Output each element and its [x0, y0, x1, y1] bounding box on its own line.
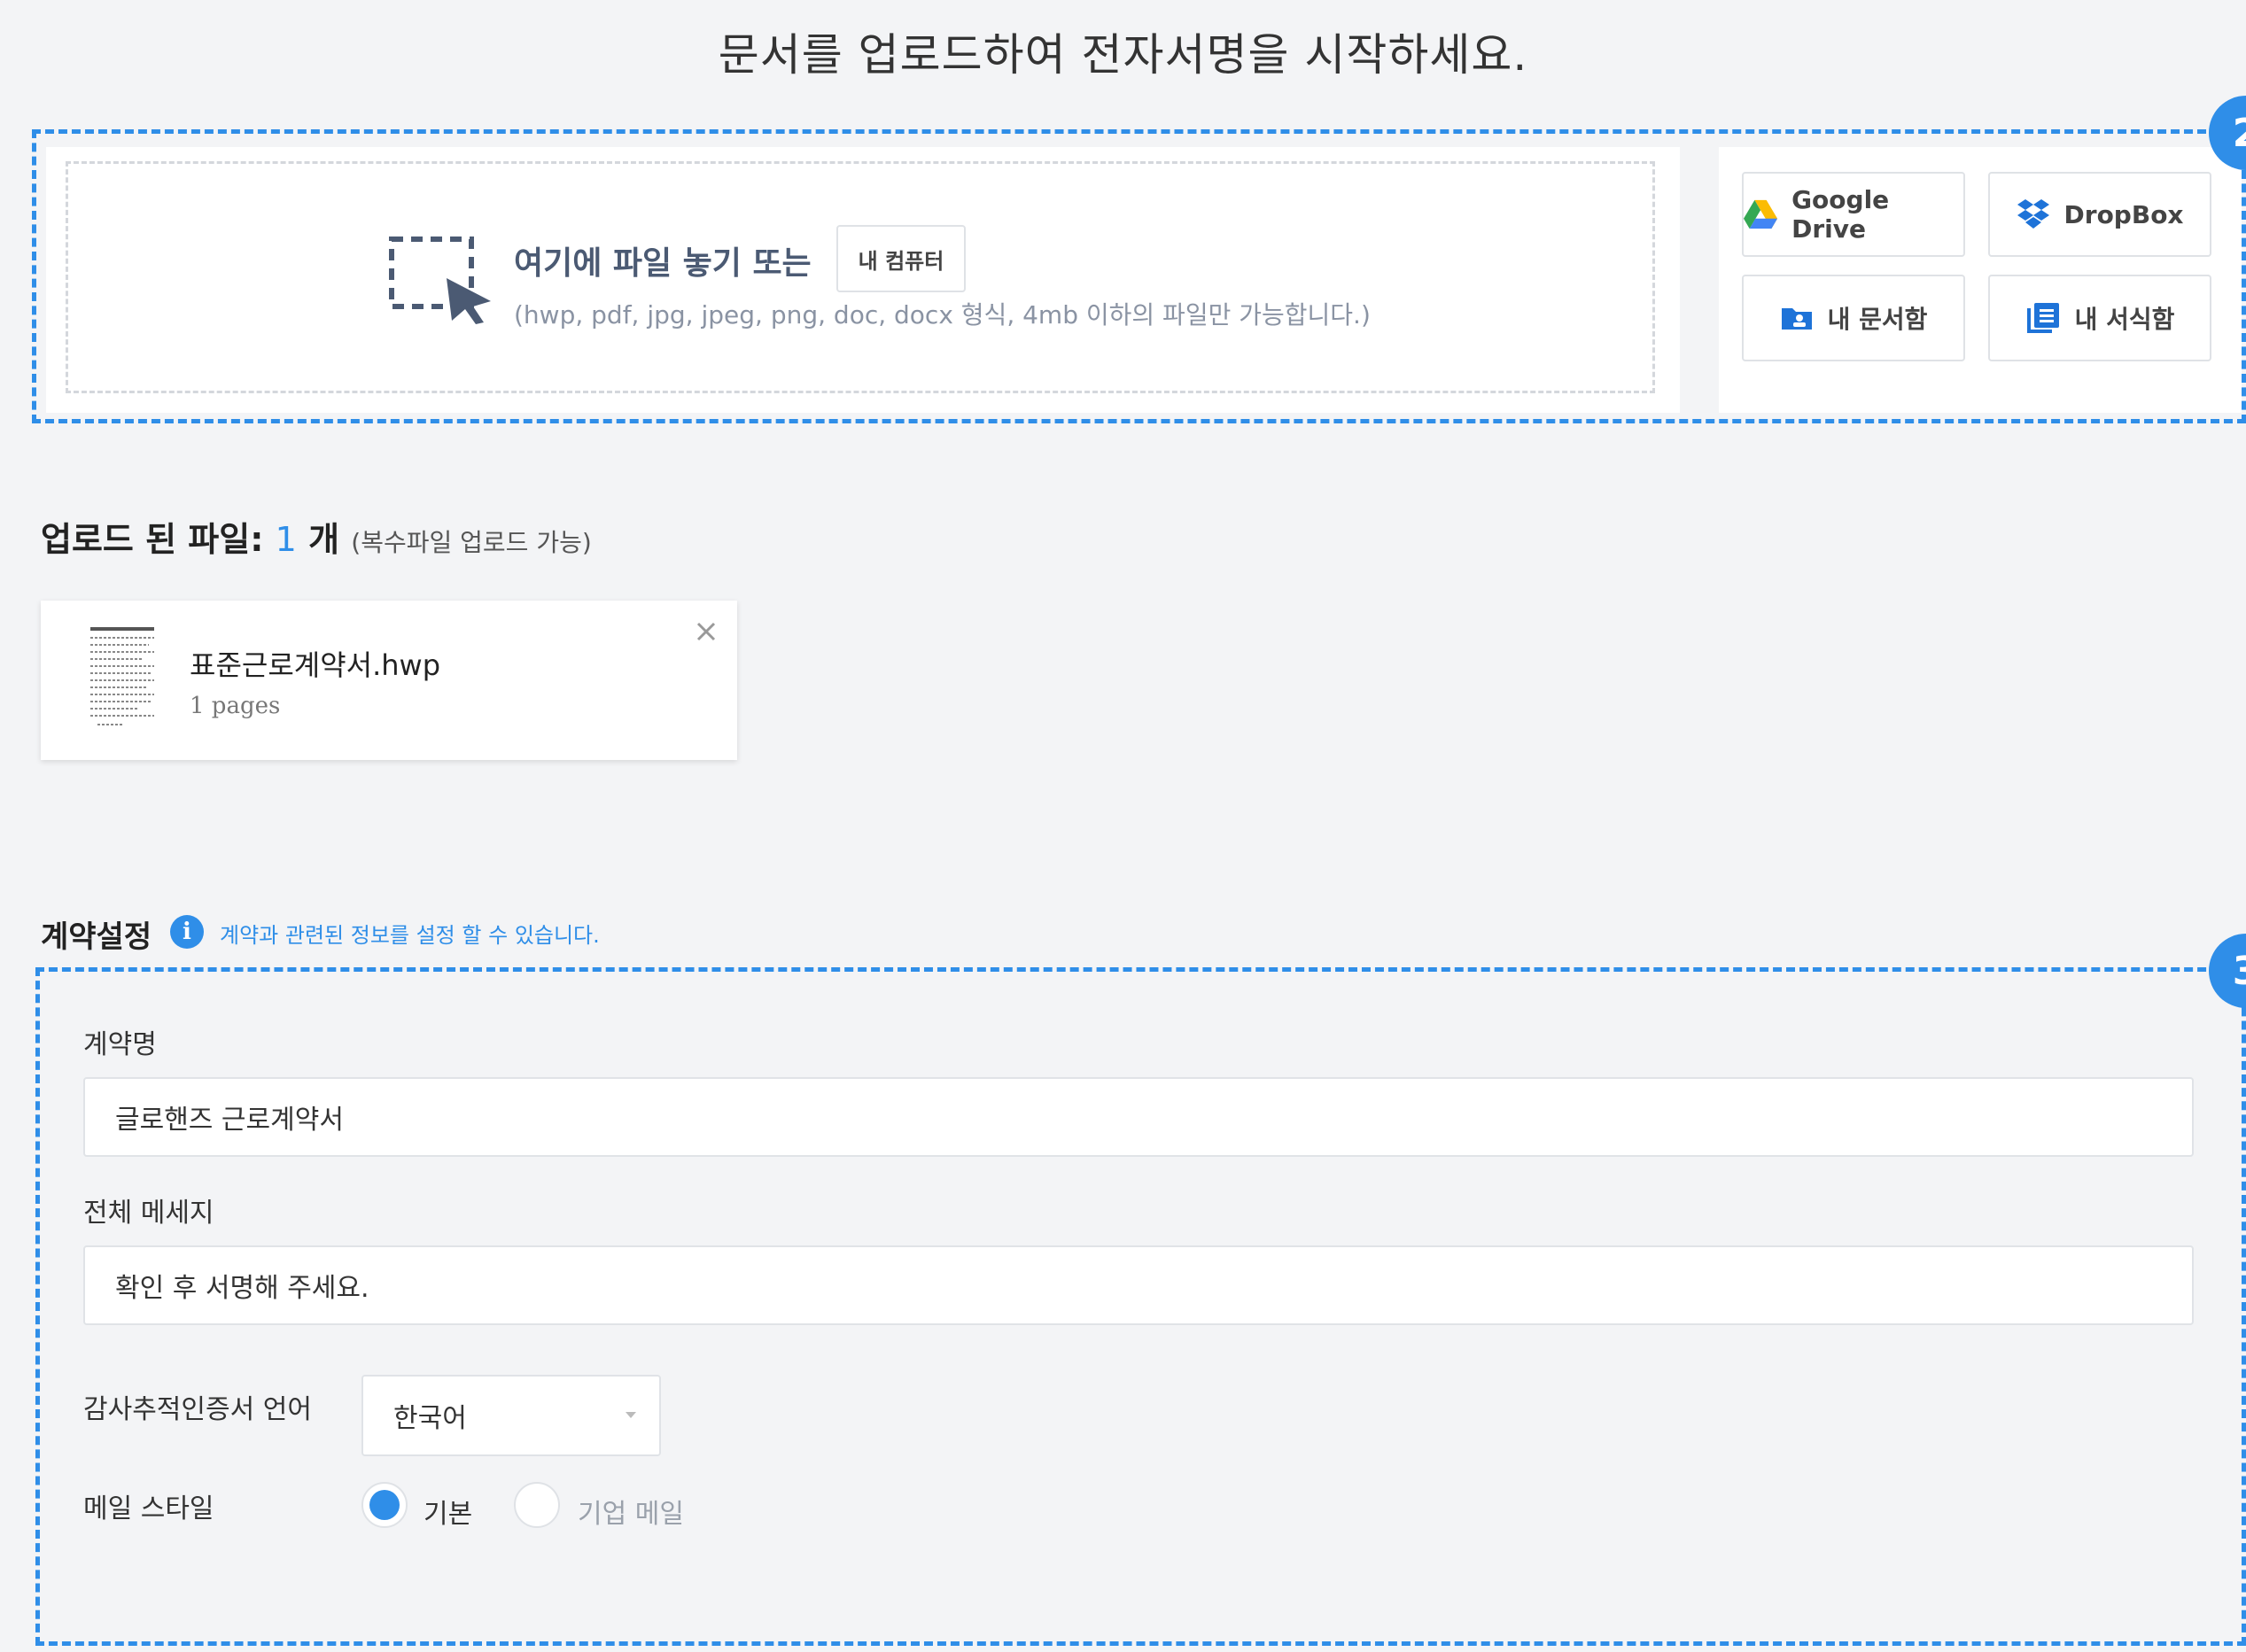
uploaded-note: (복수파일 업로드 가능) — [351, 528, 592, 557]
uploaded-count: 1 — [275, 520, 297, 559]
uploaded-unit: 개 — [308, 520, 340, 559]
settings-section-highlight — [35, 967, 2246, 1646]
close-icon[interactable] — [695, 620, 718, 643]
file-thumbnail — [85, 624, 159, 733]
file-name: 표준근로계약서.hwp — [190, 648, 441, 682]
settings-title: 계약설정 — [41, 919, 152, 955]
page-title: 문서를 업로드하여 전자서명을 시작하세요. — [718, 29, 1528, 81]
upload-section-highlight — [32, 129, 2246, 423]
info-icon: i — [170, 915, 204, 949]
uploaded-heading-label: 업로드 된 파일: — [41, 520, 264, 559]
settings-hint: 계약과 관련된 정보를 설정 할 수 있습니다. — [220, 923, 600, 948]
file-pages: 1 pages — [190, 693, 281, 719]
uploaded-files-heading: 업로드 된 파일: 1 개 (복수파일 업로드 가능) — [41, 512, 592, 561]
